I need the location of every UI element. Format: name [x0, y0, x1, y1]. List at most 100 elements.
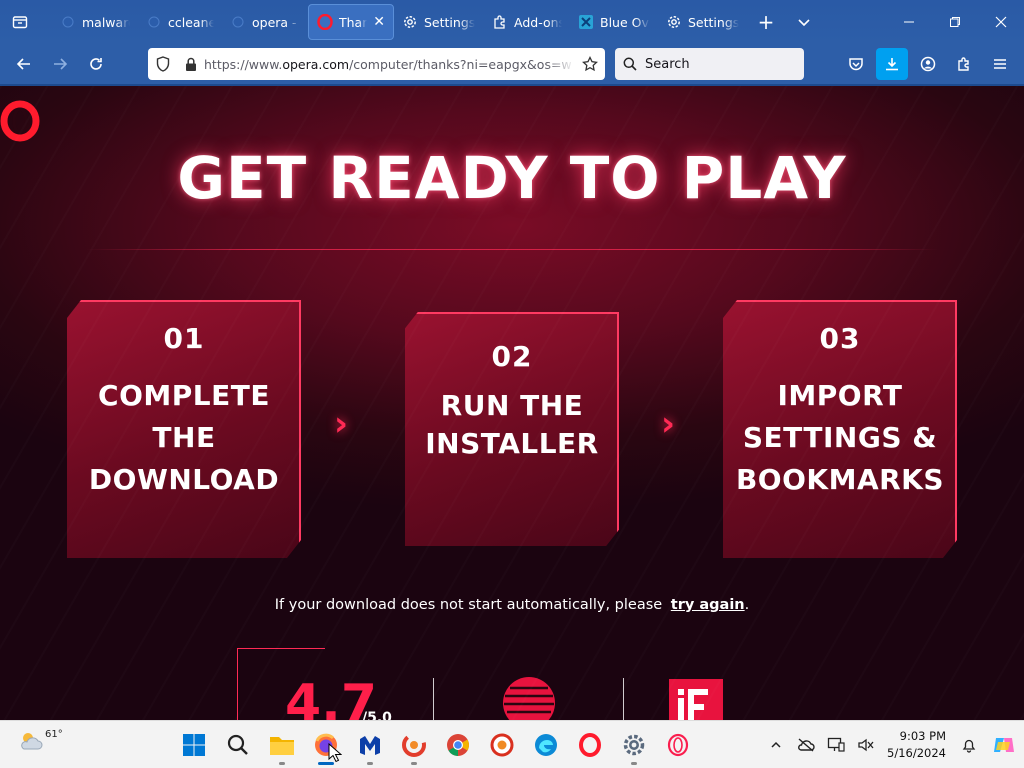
opera-gx-button[interactable] — [656, 725, 700, 765]
settings-button[interactable] — [612, 725, 656, 765]
web-page: GET READY TO PLAY 01 COMPLETE THE DOWNLO… — [0, 86, 1024, 720]
step-card-3: 03 IMPORT SETTINGS & BOOKMARKS — [723, 300, 957, 558]
rating-scale: /5.0 — [362, 710, 392, 720]
firefox-button[interactable] — [304, 725, 348, 765]
minimize-button[interactable] — [886, 0, 932, 44]
close-window-button[interactable] — [978, 0, 1024, 44]
app-menu-button[interactable] — [984, 48, 1016, 80]
mouse-cursor-icon — [328, 743, 342, 763]
url-prefix: https://www. — [204, 56, 283, 72]
opera-gx-icon — [667, 733, 689, 757]
plus-icon: + — [757, 10, 775, 34]
step-line: INSTALLER — [425, 427, 599, 460]
windows-start-icon — [183, 734, 205, 756]
step-line: DOWNLOAD — [88, 463, 280, 496]
step-line: THE — [152, 421, 216, 454]
tab-malware[interactable]: malware — [52, 4, 138, 40]
step-text: COMPLETE THE DOWNLOAD — [67, 375, 301, 501]
tab-thank-you[interactable]: Thank ✕ — [308, 4, 394, 40]
copilot-button[interactable] — [984, 734, 1024, 756]
onedrive-status[interactable] — [791, 738, 821, 752]
extensions-button[interactable] — [948, 48, 980, 80]
header-divider — [86, 249, 938, 250]
chevron-up-icon — [771, 741, 781, 748]
malwarebytes-button[interactable] — [348, 725, 392, 765]
edge-button[interactable] — [524, 725, 568, 765]
tab-title: Settings — [688, 14, 740, 30]
url-text[interactable]: https://www.opera.com/computer/thanks?ni… — [204, 57, 575, 72]
restore-button[interactable] — [932, 0, 978, 44]
step-line: BOOKMARKS — [735, 463, 945, 496]
list-all-tabs-button[interactable] — [784, 4, 824, 40]
search-placeholder: Search — [645, 56, 690, 72]
account-icon — [920, 56, 936, 72]
step-card-1: 01 COMPLETE THE DOWNLOAD — [67, 300, 301, 558]
file-explorer-button[interactable] — [260, 725, 304, 765]
tab-ccleaner[interactable]: ccleaner — [138, 4, 222, 40]
blank-page-icon — [230, 14, 246, 30]
cleaner-app-icon — [490, 733, 514, 757]
back-button[interactable] — [6, 48, 42, 80]
blue-app-icon — [578, 14, 594, 30]
tab-overview-icon — [12, 16, 28, 29]
malwarebytes-icon — [360, 736, 380, 755]
opera-button[interactable] — [568, 725, 612, 765]
volume-status[interactable] — [851, 737, 881, 753]
clock[interactable]: 9:03 PM 5/16/2024 — [887, 728, 946, 762]
forward-button[interactable] — [42, 48, 78, 80]
notifications-button[interactable] — [954, 737, 984, 753]
clock-date: 5/16/2024 — [887, 746, 946, 760]
system-tray: 9:03 PM 5/16/2024 — [761, 721, 1024, 768]
tab-blue-oval[interactable]: Blue Oval — [570, 4, 658, 40]
pocket-icon — [849, 58, 863, 71]
close-tab-icon[interactable]: ✕ — [373, 14, 385, 30]
bookmark-star-icon[interactable] — [575, 56, 605, 72]
step-card-2: 02 RUN THE INSTALLER — [405, 312, 619, 546]
chevron-right-icon: › — [661, 404, 676, 444]
hamburger-menu-icon — [994, 59, 1006, 69]
step-text: IMPORT SETTINGS & BOOKMARKS — [723, 375, 957, 501]
weather-widget[interactable]: 61° — [18, 729, 63, 753]
reload-icon — [90, 58, 102, 70]
tab-title: Blue Oval — [600, 14, 650, 30]
search-taskbar-button[interactable] — [216, 725, 260, 765]
show-hidden-icons-button[interactable] — [761, 739, 791, 751]
tab-title: Thank — [339, 14, 367, 30]
tab-settings-2[interactable]: Settings — [658, 4, 748, 40]
downloads-button[interactable] — [876, 48, 908, 80]
ccleaner-alt-button[interactable] — [480, 725, 524, 765]
running-indicator — [367, 762, 373, 765]
tab-title: Settings — [424, 14, 476, 30]
opera-icon — [579, 733, 601, 757]
tab-add-ons[interactable]: Add-ons — [484, 4, 570, 40]
tab-overview-button[interactable] — [0, 0, 40, 44]
arrow-right-icon — [54, 58, 68, 70]
pocket-button[interactable] — [840, 48, 872, 80]
new-tab-button[interactable]: + — [748, 4, 784, 40]
tab-title: opera - Bing — [252, 14, 300, 30]
tab-title: malware — [82, 14, 130, 30]
download-icon — [886, 58, 898, 71]
if-design-award-icon — [669, 679, 723, 720]
retry-text: If your download does not start automati… — [274, 597, 663, 613]
tab-settings-1[interactable]: Settings — [394, 4, 484, 40]
account-button[interactable] — [912, 48, 944, 80]
ccleaner-button[interactable] — [392, 725, 436, 765]
search-bar[interactable]: Search — [615, 48, 804, 80]
step-text: RUN THE INSTALLER — [405, 387, 619, 463]
shield-icon[interactable] — [148, 56, 178, 72]
tab-opera-bing[interactable]: opera - Bing — [222, 4, 308, 40]
chrome-button[interactable] — [436, 725, 480, 765]
step-line: SETTINGS & — [742, 421, 938, 454]
network-status[interactable] — [821, 737, 851, 753]
start-button[interactable] — [172, 725, 216, 765]
opera-logo-icon[interactable] — [0, 100, 42, 146]
address-bar[interactable]: https://www.opera.com/computer/thanks?ni… — [148, 48, 605, 80]
tab-bar: malware ccleaner opera - Bing Thank ✕ Se… — [0, 0, 1024, 44]
chevron-right-icon: › — [334, 404, 349, 444]
lock-icon[interactable] — [178, 57, 204, 72]
tab-title: Add-ons — [514, 14, 562, 30]
try-again-link[interactable]: try again — [671, 597, 745, 613]
chrome-icon — [447, 734, 469, 756]
reload-button[interactable] — [78, 48, 114, 80]
